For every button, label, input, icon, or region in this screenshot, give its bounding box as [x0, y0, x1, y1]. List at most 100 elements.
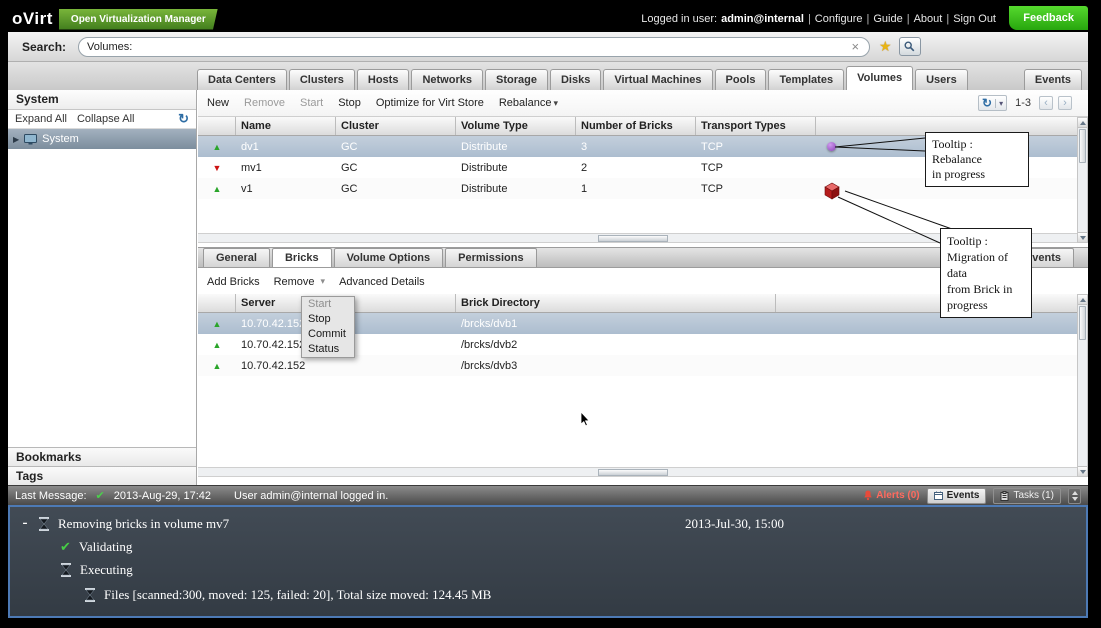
logged-in-label: Logged in user:	[641, 13, 718, 25]
menu-item-status[interactable]: Status	[302, 342, 354, 357]
events-footer-button[interactable]: Events	[926, 487, 987, 504]
tree-item-label: System	[42, 133, 79, 145]
panel-resize-control[interactable]	[1068, 487, 1081, 504]
tab-events[interactable]: Events	[1023, 69, 1082, 90]
stop-volume-button[interactable]: Stop	[338, 97, 361, 109]
scroll-down-button[interactable]	[1078, 232, 1087, 242]
tree-refresh-icon[interactable]: ↻	[178, 111, 189, 127]
bricks-horizontal-scrollbar[interactable]	[198, 467, 1077, 477]
body-area: System Expand All Collapse All ↻ ▶ Syste…	[8, 90, 1088, 485]
start-volume-button[interactable]: Start	[300, 97, 323, 109]
scroll-up-button[interactable]	[1078, 295, 1087, 305]
tooltip-rebalance: Tooltip : Rebalance in progress	[925, 132, 1029, 187]
tab-disks[interactable]: Disks	[549, 69, 602, 90]
bricks-vertical-scrollbar[interactable]	[1077, 294, 1088, 477]
last-message-timestamp: 2013-Aug-29, 17:42	[113, 489, 212, 502]
tab-clusters[interactable]: Clusters	[288, 69, 355, 90]
user-info: Logged in user: admin@internal | Configu…	[641, 13, 996, 25]
scrollbar-thumb[interactable]	[598, 469, 668, 476]
last-message-text: User admin@internal logged in.	[234, 489, 389, 502]
tree-expand-icon[interactable]: ▶	[13, 135, 19, 144]
scroll-down-button[interactable]	[1078, 466, 1087, 476]
ovirt-badge: Open Virtualization Manager	[58, 8, 218, 30]
tooltip-migration: Tooltip : Migration of data from Brick i…	[940, 228, 1032, 318]
sign-out-link[interactable]: Sign Out	[953, 13, 996, 25]
scrollbar-thumb[interactable]	[1079, 129, 1086, 163]
bookmark-star-icon[interactable]: ★	[879, 38, 892, 55]
tab-data-centers[interactable]: Data Centers	[197, 69, 287, 90]
search-button[interactable]	[898, 37, 921, 56]
brick-row-dvb3[interactable]: ▲ 10.70.42.152 /brcks/dvb3	[198, 355, 1077, 376]
brick-server: 10.70.42.152	[241, 359, 306, 372]
step-label: Executing	[80, 562, 133, 577]
menu-item-commit[interactable]: Commit	[302, 327, 354, 342]
feedback-button[interactable]: Feedback	[1009, 6, 1088, 30]
sidebar-section-bookmarks[interactable]: Bookmarks	[8, 447, 196, 466]
tab-virtual-machines[interactable]: Virtual Machines	[603, 69, 713, 90]
menu-item-start[interactable]: Start	[302, 297, 354, 312]
subtab-permissions[interactable]: Permissions	[445, 248, 537, 267]
task-title: Removing bricks in volume mv7	[58, 515, 230, 531]
step-done-check-icon: ✔	[60, 539, 71, 554]
configure-link[interactable]: Configure	[815, 13, 863, 25]
collapse-task-toggle[interactable]: -	[20, 515, 30, 532]
subtab-bricks[interactable]: Bricks	[271, 248, 332, 267]
expand-panel-icon	[1071, 490, 1078, 495]
rebalance-button[interactable]: Rebalance ▾	[499, 97, 558, 109]
guide-link[interactable]: Guide	[873, 13, 902, 25]
magnifier-icon	[904, 41, 915, 52]
task-header-row: - Removing bricks in volume mv7	[20, 515, 230, 532]
remove-volume-button[interactable]: Remove	[244, 97, 285, 109]
subtab-general[interactable]: General	[203, 248, 270, 267]
about-link[interactable]: About	[914, 13, 943, 25]
name-column-header[interactable]: Name	[236, 117, 336, 135]
tab-hosts[interactable]: Hosts	[356, 69, 410, 90]
clear-search-icon[interactable]: ×	[849, 39, 861, 54]
search-input-wrap[interactable]: ×	[78, 36, 871, 57]
volumes-vertical-scrollbar[interactable]	[1077, 117, 1088, 243]
tab-volumes[interactable]: Volumes	[846, 66, 914, 90]
optimize-virt-store-button[interactable]: Optimize for Virt Store	[376, 97, 484, 109]
remove-bricks-menu-caret-icon[interactable]: ▾	[321, 276, 326, 287]
new-volume-button[interactable]: New	[207, 97, 229, 109]
scrollbar-thumb[interactable]	[598, 235, 668, 242]
number-of-bricks-column-header[interactable]: Number of Bricks	[576, 117, 696, 135]
brick-directory-column-header[interactable]: Brick Directory	[456, 294, 776, 312]
collapse-all-link[interactable]: Collapse All	[77, 113, 134, 125]
expand-all-link[interactable]: Expand All	[15, 113, 67, 125]
advanced-details-button[interactable]: Advanced Details	[339, 276, 425, 288]
search-input[interactable]	[87, 40, 850, 53]
transport-types-column-header[interactable]: Transport Types	[696, 117, 816, 135]
alerts-button[interactable]: Alerts (0)	[863, 490, 920, 501]
sidebar-section-tags[interactable]: Tags	[8, 466, 196, 485]
search-bar: Search: × ★	[8, 32, 1088, 62]
events-panel: - Removing bricks in volume mv7 2013-Jul…	[8, 505, 1088, 618]
tab-networks[interactable]: Networks	[411, 69, 483, 90]
subtab-volume-options[interactable]: Volume Options	[333, 248, 444, 267]
scroll-up-button[interactable]	[1078, 118, 1087, 128]
next-page-button[interactable]: ›	[1058, 96, 1072, 110]
tab-storage[interactable]: Storage	[484, 69, 548, 90]
remove-bricks-button[interactable]: Remove	[274, 276, 315, 288]
tab-users[interactable]: Users	[915, 69, 968, 90]
tree-item-system[interactable]: ▶ System	[8, 129, 196, 149]
step-label: Validating	[78, 539, 133, 554]
scroll-up-icon	[1079, 120, 1086, 125]
user-name: admin@internal	[721, 13, 804, 25]
status-column-header[interactable]	[198, 117, 236, 135]
rebalance-label: Rebalance	[498, 97, 552, 109]
volume-bricks-count: 3	[581, 140, 588, 153]
tab-pools[interactable]: Pools	[714, 69, 767, 90]
add-bricks-button[interactable]: Add Bricks	[207, 276, 260, 288]
tab-templates[interactable]: Templates	[768, 69, 845, 90]
menu-item-stop[interactable]: Stop	[302, 312, 354, 327]
status-column-header[interactable]	[198, 294, 236, 312]
prev-page-button[interactable]: ‹	[1039, 96, 1053, 110]
volume-type-column-header[interactable]: Volume Type	[456, 117, 576, 135]
scrollbar-thumb[interactable]	[1079, 306, 1086, 340]
tasks-footer-button[interactable]: Tasks (1)	[993, 487, 1061, 504]
cluster-column-header[interactable]: Cluster	[336, 117, 456, 135]
volume-up-icon: ▲	[212, 141, 222, 152]
hourglass-icon	[39, 516, 49, 531]
grid-refresh-button[interactable]: ↻ ▾	[978, 95, 1008, 111]
